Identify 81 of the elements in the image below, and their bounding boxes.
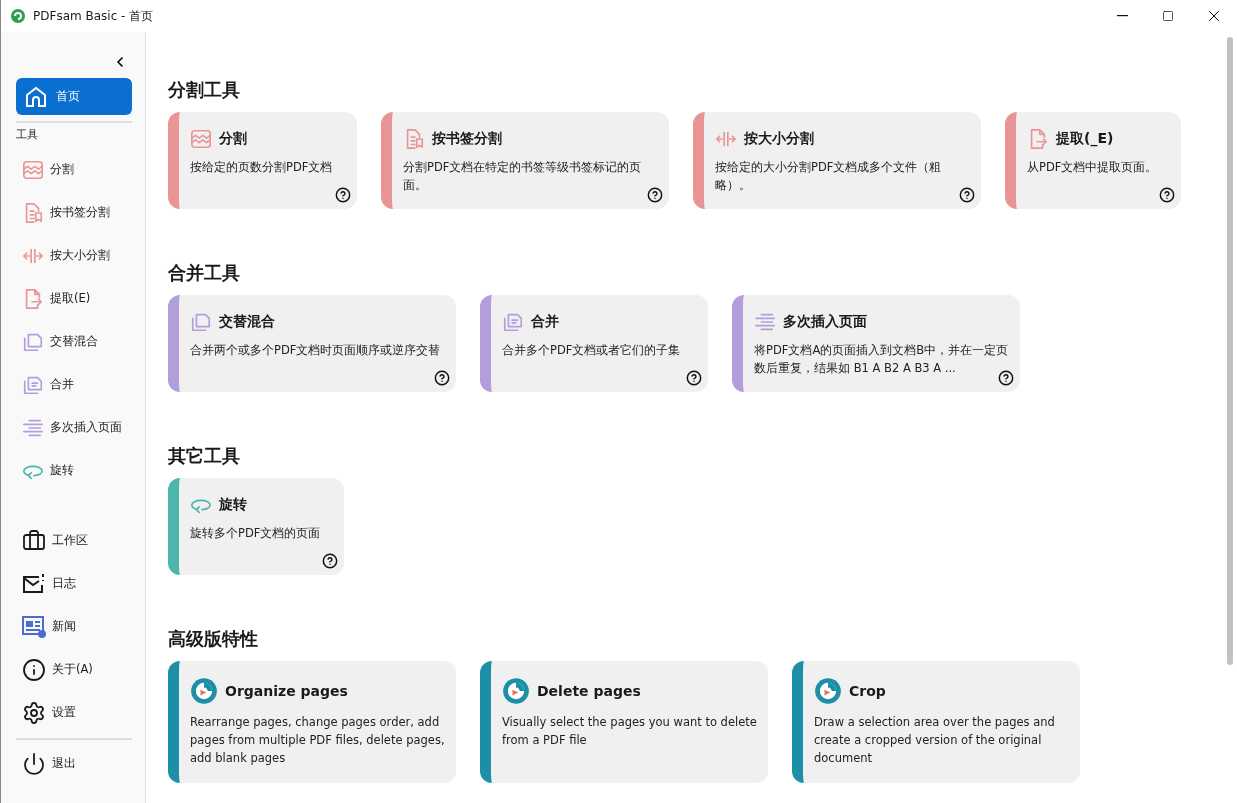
card-description: Rearrange pages, change pages order, add pages from multiple PDF files, delete pages, add blank pages: [190, 714, 446, 767]
section-title: 合并工具: [168, 261, 241, 285]
sidebar-item[interactable]: 日志: [16, 562, 132, 605]
tool-card[interactable]: 旋转 旋转多个PDF文档的页面: [168, 478, 344, 575]
help-icon[interactable]: [434, 370, 450, 386]
sidebar-item[interactable]: 多次插入页面: [16, 406, 132, 449]
logo-icon: [814, 677, 842, 705]
help-icon[interactable]: [322, 553, 338, 569]
tool-card[interactable]: 交替混合 合并两个或多个PDF文档时页面顺序或逆序交替: [168, 295, 456, 392]
tool-card[interactable]: Organize pages Rearrange pages, change pages order, add pages from multiple PDF files, delete pages, add blank pages: [168, 661, 456, 783]
help-icon[interactable]: [686, 370, 702, 386]
card-description: 从PDF文档中提取页面。: [1027, 159, 1159, 176]
copies-icon: [190, 311, 212, 333]
lines-icon: [754, 311, 776, 333]
section-label: 工具: [16, 127, 39, 142]
card-description: 合并两个或多个PDF文档时页面顺序或逆序交替: [190, 342, 442, 359]
sidebar-item[interactable]: 工作区: [16, 519, 132, 562]
card-description: 将PDF文档A的页面插入到文档B中，并在一定页数后重复，结果如 B1 A B2 A B3 A ...: [754, 342, 1010, 377]
sidebar-item[interactable]: 旋转: [16, 449, 132, 492]
help-icon[interactable]: [998, 370, 1014, 386]
tool-card[interactable]: 按书签分割 分割PDF文档在特定的书签等级书签标记的页面。: [381, 112, 669, 209]
settings-icon: [22, 700, 46, 725]
logo-icon: [190, 677, 218, 705]
sidebar-item[interactable]: 按书签分割: [16, 191, 132, 234]
logo-icon: [502, 677, 530, 705]
sidebar-item[interactable]: 设置: [16, 691, 132, 734]
help-icon[interactable]: [959, 187, 975, 203]
sidebar-item[interactable]: 提取(E): [16, 277, 132, 320]
section-title: 分割工具: [168, 78, 241, 102]
card-title: 多次插入页面: [783, 313, 867, 331]
help-icon[interactable]: [335, 187, 351, 203]
card-title: 按大小分割: [744, 130, 814, 148]
power-icon: [22, 751, 46, 776]
sidebar-item[interactable]: 交替混合: [16, 320, 132, 363]
scrollbar-thumb[interactable]: [1227, 37, 1233, 665]
help-icon[interactable]: [1159, 187, 1175, 203]
sidebar-item[interactable]: 新闻: [16, 605, 132, 648]
section-title: 高级版特性: [168, 627, 259, 651]
mail-alert-icon: [22, 571, 46, 596]
split-icon: [22, 158, 44, 181]
sidebar-item[interactable]: 分割: [16, 148, 132, 191]
info-icon: [22, 657, 46, 682]
tool-card[interactable]: Delete pages Visually select the pages you want to delete from a PDF file: [480, 661, 768, 783]
card-description: 分割PDF文档在特定的书签等级书签标记的页面。: [403, 159, 643, 194]
help-icon[interactable]: [647, 187, 663, 203]
split-icon: [190, 128, 212, 150]
card-description: 旋转多个PDF文档的页面: [190, 525, 322, 542]
maximize-icon: [1162, 10, 1174, 22]
card-description: Visually select the pages you want to delete from a PDF file: [502, 714, 758, 749]
news-icon: [22, 614, 46, 639]
tool-card[interactable]: Crop Draw a selection area over the pages and create a cropped version of the original document: [792, 661, 1080, 783]
sidebar-item[interactable]: 关于(A): [16, 648, 132, 691]
minimize-icon: [1116, 15, 1128, 17]
home-icon: [24, 84, 48, 109]
tool-card[interactable]: 合并 合并多个PDF文档或者它们的子集: [480, 295, 708, 392]
merge-document-icon: [502, 311, 524, 333]
exit-button[interactable]: 退出: [16, 742, 132, 785]
card-title: 交替混合: [219, 313, 275, 331]
home-button[interactable]: 首页: [16, 78, 132, 115]
sidebar-item[interactable]: 按大小分割: [16, 234, 132, 277]
tool-card[interactable]: 提取(_E) 从PDF文档中提取页面。: [1005, 112, 1181, 209]
card-title: 提取(_E): [1056, 130, 1114, 148]
card-description: 按给定的大小分割PDF文档成多个文件（粗略）。: [715, 159, 943, 194]
briefcase-icon: [22, 528, 46, 553]
card-title: 按书签分割: [432, 130, 502, 148]
card-title: Crop: [849, 683, 886, 699]
card-title: 分割: [219, 130, 247, 148]
tool-card[interactable]: 按大小分割 按给定的大小分割PDF文档成多个文件（粗略）。: [693, 112, 981, 209]
card-description: 按给定的页数分割PDF文档: [190, 159, 334, 176]
tool-card[interactable]: 多次插入页面 将PDF文档A的页面插入到文档B中，并在一定页数后重复，结果如 B1 A B2 A B3 A ...: [732, 295, 1020, 392]
card-title: 合并: [531, 313, 559, 331]
card-title: 旋转: [219, 496, 247, 514]
app-logo-icon: [11, 9, 25, 23]
tool-card[interactable]: 分割 按给定的页数分割PDF文档: [168, 112, 357, 209]
card-description: Draw a selection area over the pages and create a cropped version of the original document: [814, 714, 1056, 767]
card-title: Delete pages: [537, 683, 641, 699]
card-description: 合并多个PDF文档或者它们的子集: [502, 342, 682, 359]
window-title: PDFsam Basic - 首页: [33, 7, 155, 25]
sidebar-item[interactable]: 合并: [16, 363, 132, 406]
card-title: Organize pages: [225, 683, 348, 699]
section-title: 其它工具: [168, 444, 241, 468]
